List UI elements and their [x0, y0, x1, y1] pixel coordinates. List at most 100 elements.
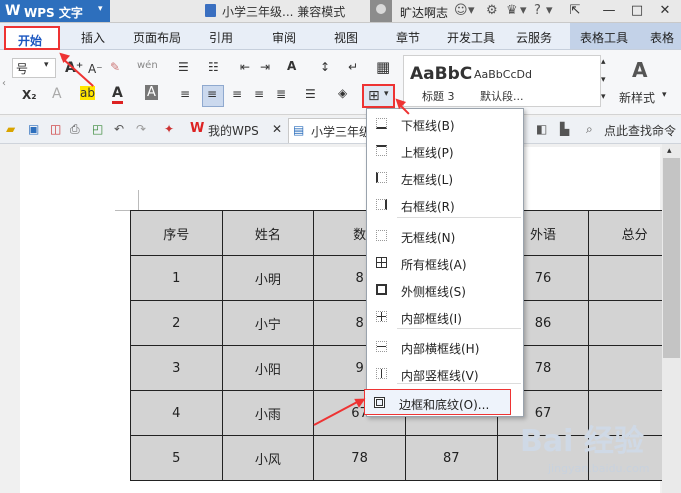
app-menu-button[interactable]: W WPS 文字 ▾: [0, 0, 110, 22]
font-size-select[interactable]: 号 ▾: [12, 58, 56, 78]
menu-item-inside-vertical-border[interactable]: 内部竖框线(V): [367, 361, 523, 387]
command-search-input[interactable]: 点此查找命令: [604, 122, 676, 139]
menu-item-all-borders[interactable]: 所有框线(A): [367, 250, 523, 276]
user-name[interactable]: 旷达啊志: [400, 4, 448, 21]
justify-icon[interactable]: ≡: [254, 87, 264, 101]
close-button[interactable]: ✕: [652, 0, 678, 22]
font-color-icon[interactable]: A: [112, 85, 123, 104]
tab-table-style[interactable]: 表格: [640, 23, 681, 49]
table-cell[interactable]: 5: [130, 435, 223, 481]
menu-item-outside-borders[interactable]: 外侧框线(S): [367, 277, 523, 303]
chevron-down-icon[interactable]: ▾: [520, 3, 527, 18]
scrollbar-thumb[interactable]: [663, 158, 680, 358]
table-cell[interactable]: 小风: [221, 435, 315, 481]
highlight-icon[interactable]: ab: [80, 86, 95, 100]
table-cell[interactable]: 小雨: [221, 390, 315, 436]
decrease-indent-icon[interactable]: ⇤: [240, 60, 250, 74]
tab-home[interactable]: 开始: [4, 26, 60, 50]
table-cell[interactable]: 78: [313, 435, 406, 481]
clear-format-icon[interactable]: ✎: [110, 60, 120, 74]
table-cell[interactable]: 1: [130, 255, 223, 301]
style-preview-heading[interactable]: AaBbC: [410, 64, 472, 84]
style-gallery[interactable]: AaBbC AaBbCcDd 标题 3 默认段...: [403, 55, 601, 107]
tab-cloud[interactable]: 云服务: [516, 29, 552, 46]
undo-icon[interactable]: ↶: [114, 122, 128, 136]
new-style-icon[interactable]: A: [632, 58, 647, 82]
menu-item-top-border[interactable]: 上框线(P): [367, 138, 523, 164]
menu-item-no-border[interactable]: 无框线(N): [367, 223, 523, 249]
avatar[interactable]: [370, 0, 392, 22]
print-preview-icon[interactable]: ◰: [92, 122, 106, 136]
tab-review[interactable]: 审阅: [272, 29, 296, 46]
show-marks-icon[interactable]: ↵: [348, 60, 358, 74]
chevron-down-icon[interactable]: ▾: [468, 3, 475, 18]
table-cell[interactable]: 2: [130, 300, 223, 346]
print-icon[interactable]: ⎙: [70, 122, 84, 136]
increase-indent-icon[interactable]: ⇥: [260, 60, 270, 74]
chevron-down-icon[interactable]: ▾: [546, 3, 553, 18]
tab-list-icon[interactable]: ◧: [536, 122, 550, 136]
subscript-button[interactable]: X₂: [22, 88, 37, 102]
menu-item-left-border[interactable]: 左框线(L): [367, 165, 523, 191]
open-folder-icon[interactable]: ▰: [6, 122, 20, 136]
new-style-button[interactable]: 新样式: [619, 89, 655, 106]
table-cell[interactable]: 序号: [130, 210, 223, 256]
chevron-down-icon[interactable]: ▾: [662, 90, 667, 100]
scroll-down-icon[interactable]: ▾: [601, 75, 606, 85]
menu-item-bottom-border[interactable]: 下框线(B): [367, 111, 523, 137]
menu-item-borders-and-shading[interactable]: 边框和底纹(O)...: [364, 389, 511, 415]
table-cell[interactable]: 87: [404, 435, 498, 481]
tab-page-layout[interactable]: 页面布局: [133, 29, 181, 46]
align-right-icon[interactable]: ≡: [232, 87, 242, 101]
skin-icon[interactable]: ♛: [506, 3, 518, 18]
tab-insert[interactable]: 插入: [81, 29, 105, 46]
pin-toolbar-icon[interactable]: ▙: [560, 122, 574, 136]
shading-icon[interactable]: ◈: [338, 86, 347, 100]
style-preview-normal[interactable]: AaBbCcDd: [474, 68, 532, 81]
tab-view[interactable]: 视图: [334, 29, 358, 46]
emoji-icon[interactable]: ☺: [454, 3, 468, 18]
text-effect-icon[interactable]: A: [52, 86, 62, 102]
phonetic-icon[interactable]: wén: [137, 60, 158, 71]
maximize-button[interactable]: □: [624, 0, 650, 22]
numbered-list-icon[interactable]: ☷: [208, 60, 219, 74]
scroll-up-icon[interactable]: ▴: [667, 146, 672, 156]
expand-gallery-icon[interactable]: ▾: [601, 92, 606, 102]
gear-icon[interactable]: ⚙: [486, 3, 498, 18]
ribbon-scroll-left-icon[interactable]: ‹: [2, 78, 6, 89]
close-tab-icon[interactable]: ✕: [272, 122, 282, 136]
char-shading-icon[interactable]: A: [145, 85, 158, 100]
tab-sections[interactable]: 章节: [396, 29, 420, 46]
table-cell[interactable]: 姓名: [221, 210, 315, 256]
pin-icon[interactable]: ✦: [164, 122, 178, 136]
table-cell[interactable]: 4: [130, 390, 223, 436]
sort-icon[interactable]: ↕: [320, 60, 330, 74]
table-cell[interactable]: 小阳: [221, 345, 315, 391]
table-cell[interactable]: 小宁: [221, 300, 315, 346]
tab-document[interactable]: ▤ 小学三年级: [288, 118, 371, 143]
table-cell[interactable]: 小明: [221, 255, 315, 301]
menu-item-inside-borders[interactable]: 内部框线(I): [367, 304, 523, 330]
tab-developer[interactable]: 开发工具: [447, 29, 495, 46]
text-direction-icon[interactable]: A: [287, 59, 296, 73]
restore-ribbon-button[interactable]: ⇱: [562, 0, 588, 22]
tab-my-wps[interactable]: 我的WPS: [208, 122, 259, 139]
save-icon[interactable]: ▣: [28, 122, 42, 136]
bullet-list-icon[interactable]: ☰: [178, 60, 189, 74]
align-left-icon[interactable]: ≡: [180, 87, 190, 101]
tab-references[interactable]: 引用: [209, 29, 233, 46]
line-spacing-icon[interactable]: ☰: [305, 87, 316, 101]
table-cell[interactable]: 3: [130, 345, 223, 391]
borders-dropdown-button[interactable]: ⊞ ▾: [362, 84, 395, 108]
table-icon[interactable]: ▦: [376, 58, 390, 76]
export-pdf-icon[interactable]: ◫: [50, 122, 64, 136]
minimize-button[interactable]: —: [596, 0, 622, 22]
menu-item-right-border[interactable]: 右框线(R): [367, 192, 523, 218]
menu-item-inside-horizontal-border[interactable]: 内部横框线(H): [367, 334, 523, 360]
tab-table-tools[interactable]: 表格工具: [570, 23, 640, 49]
help-icon[interactable]: ?: [534, 3, 541, 18]
shrink-font-icon[interactable]: A⁻: [88, 62, 103, 76]
distribute-icon[interactable]: ≣: [276, 87, 286, 101]
scroll-up-icon[interactable]: ▴: [601, 57, 606, 67]
redo-icon[interactable]: ↷: [136, 122, 150, 136]
